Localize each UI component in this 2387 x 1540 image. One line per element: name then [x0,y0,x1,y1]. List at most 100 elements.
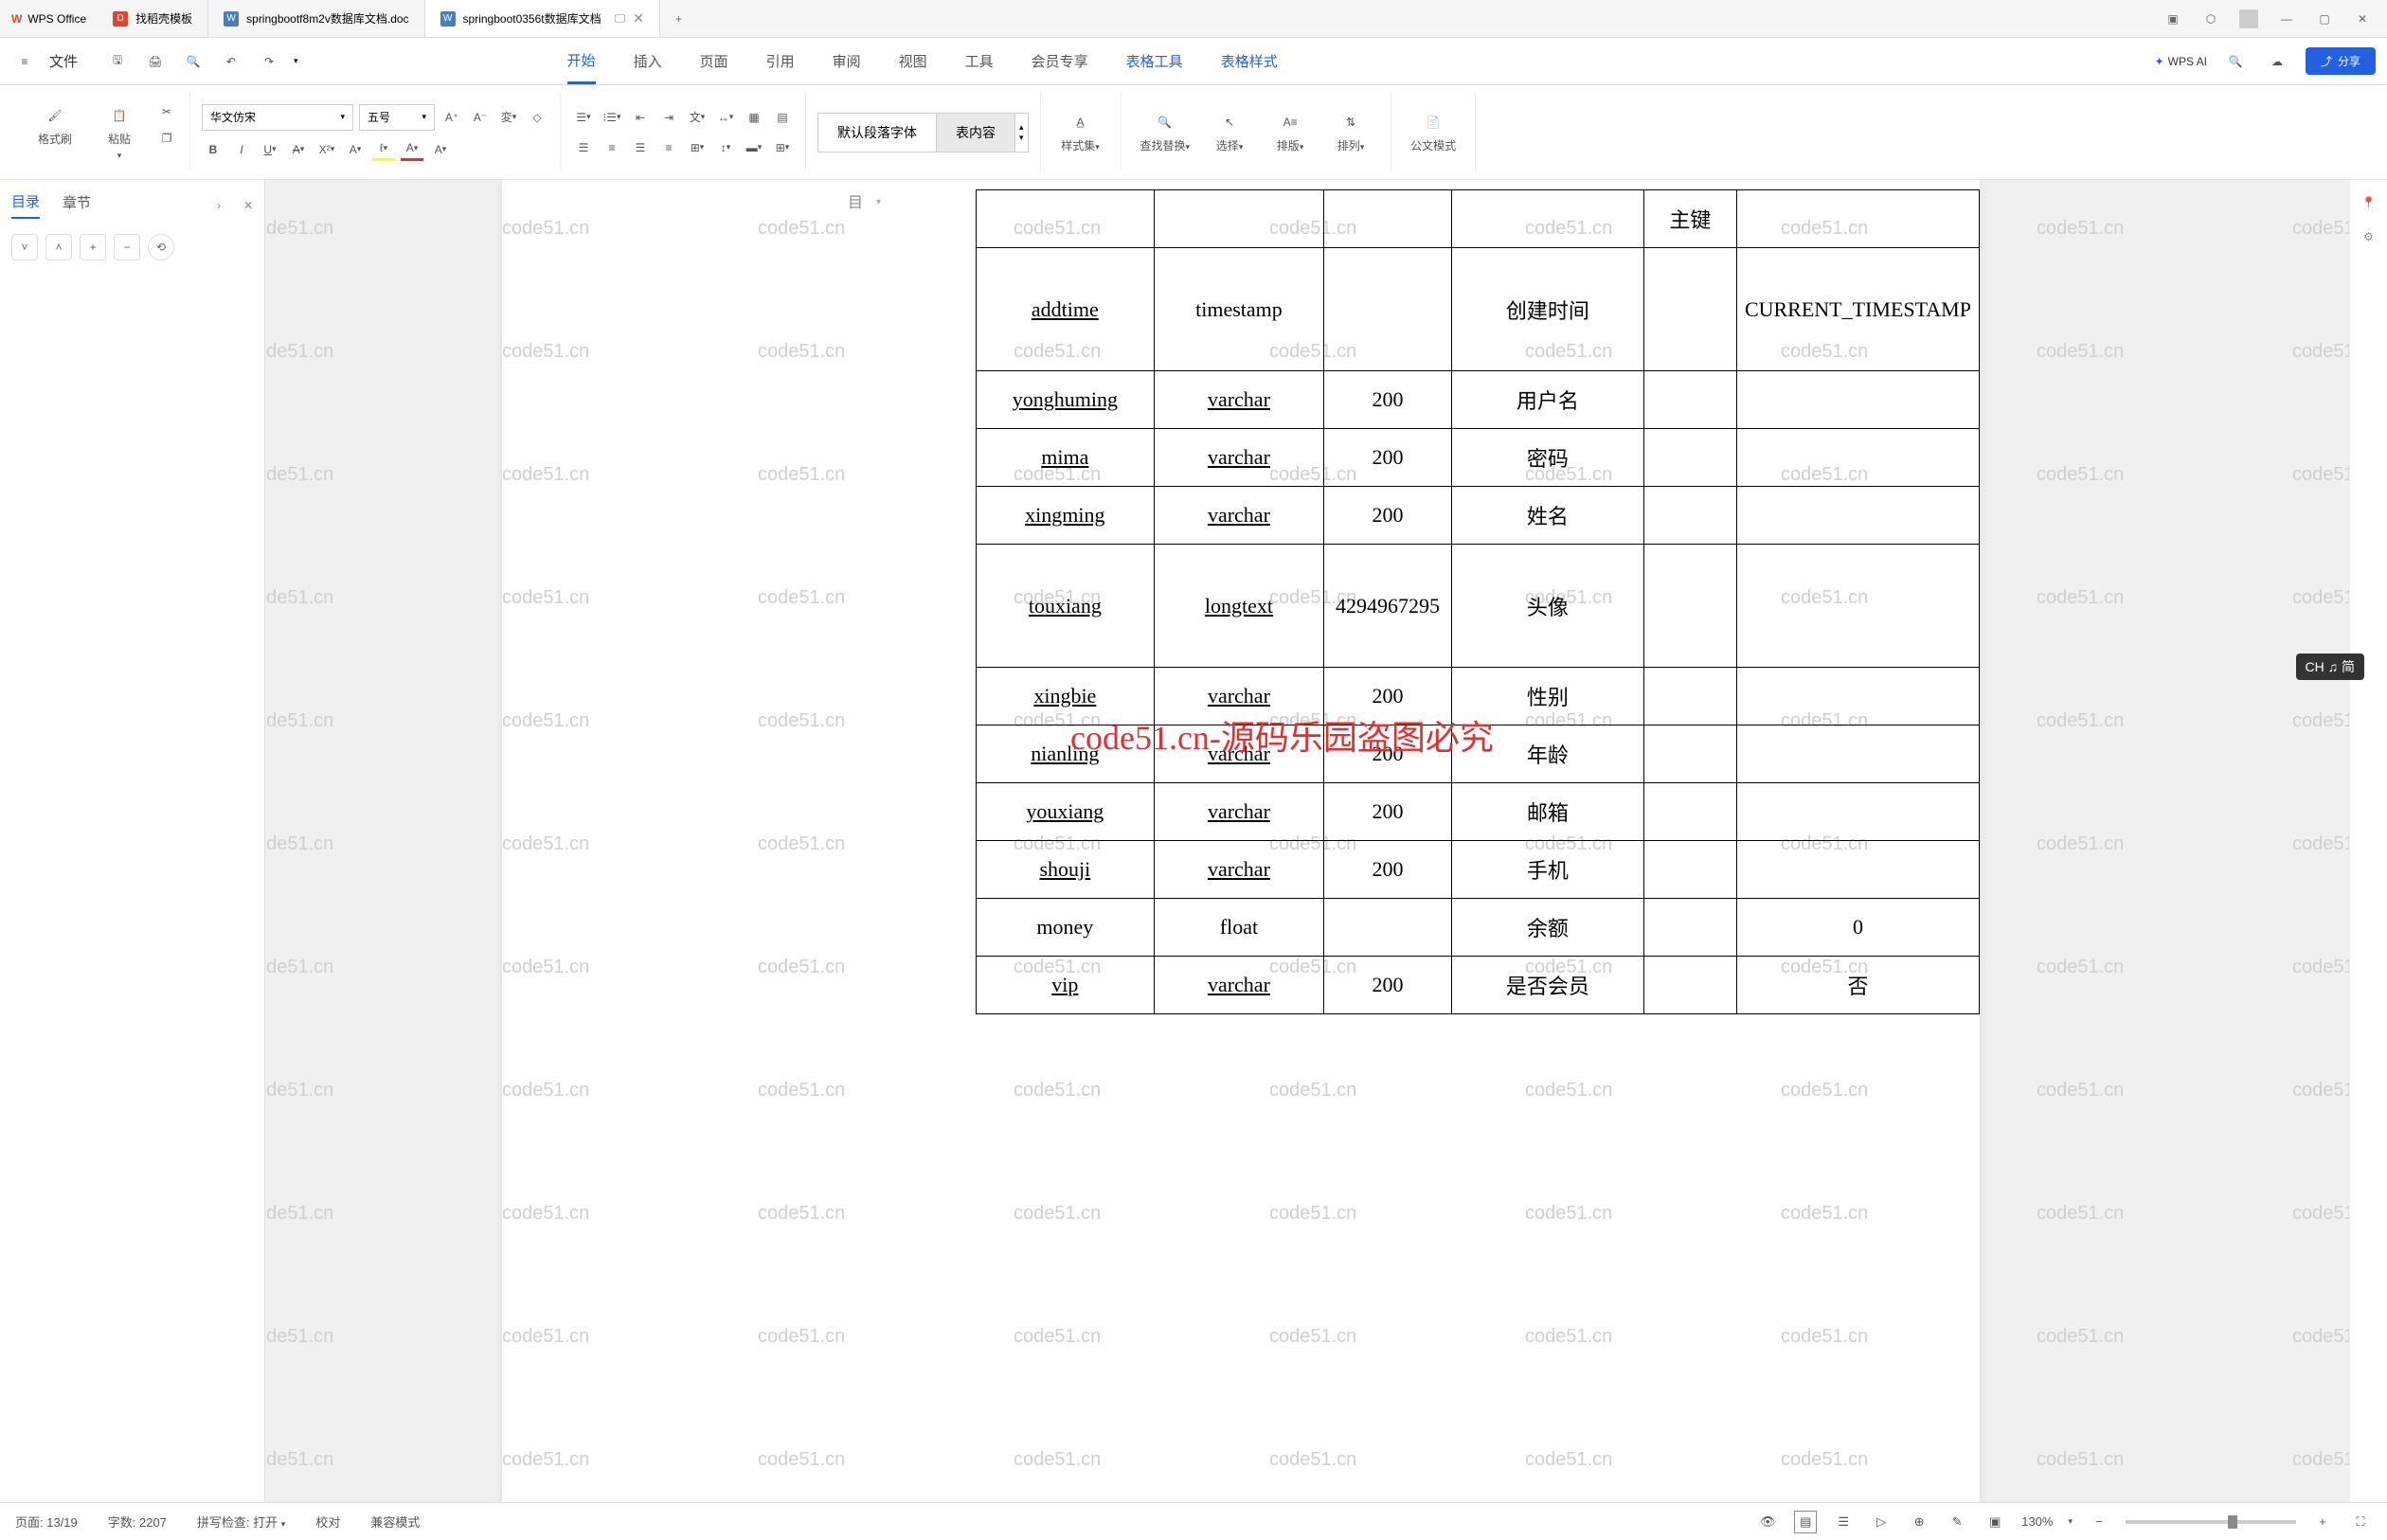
border-button[interactable]: ⊞▾ [771,136,794,159]
format-brush-button[interactable]: 🖌 格式刷 [27,100,83,165]
table-cell[interactable]: varchar [1154,429,1324,487]
table-cell[interactable]: varchar [1154,371,1324,429]
layout-button[interactable]: A≡ 排版▾ [1262,107,1319,157]
read-view-icon[interactable]: ▷ [1870,1511,1893,1533]
table-cell[interactable] [1643,371,1736,429]
table-cell[interactable] [1643,545,1736,668]
find-replace-button[interactable]: 🔍 查找替换▾ [1133,107,1198,157]
word-count[interactable]: 字数: 2207 [108,1513,167,1531]
table-cell[interactable]: yonghuming [977,371,1155,429]
page-indicator[interactable]: 页面: 13/19 [15,1513,78,1531]
table-row[interactable]: vipvarchar200是否会员否 [977,957,1980,1014]
table-cell[interactable] [1643,487,1736,545]
refresh-button[interactable]: ⟲ [148,234,174,260]
clear-format-button[interactable]: ◇ [526,106,548,129]
box-icon[interactable]: ▣ [2163,9,2182,28]
table-cell[interactable]: 头像 [1451,545,1643,668]
font-name-select[interactable]: 华文仿宋 ▾ [202,104,353,131]
table-row[interactable]: moneyfloat余额0 [977,899,1980,957]
tab-doc-2[interactable]: W springboot0356t数据库文档 🖵 ✕ [425,0,660,37]
cube-icon[interactable]: ⬡ [2201,9,2220,28]
zoom-in-button[interactable]: + [2311,1511,2334,1533]
table-cell[interactable]: varchar [1154,841,1324,899]
fit-page-icon[interactable]: ⛶ [2349,1511,2372,1533]
layout-button[interactable]: ▤ [771,106,794,129]
table-cell[interactable]: 200 [1324,841,1452,899]
document-area[interactable]: 目 ▾ 主键 addtimetimestamp创建时间CURRENT_TIMES… [265,180,2349,1502]
sign-icon[interactable]: ✎ [1946,1511,1968,1533]
table-cell[interactable] [1736,668,1979,725]
zoom-dropdown[interactable]: ▾ [2068,1516,2073,1527]
table-cell[interactable]: varchar [1154,957,1324,1014]
table-cell[interactable]: xingming [977,487,1155,545]
table-row[interactable]: 主键 [977,190,1980,248]
bullet-list-button[interactable]: ☰▾ [572,106,595,129]
print-icon[interactable]: 🖨 [142,48,169,75]
paste-button[interactable]: 📋 粘贴▾ [91,100,148,165]
eye-icon[interactable]: 👁 [1756,1511,1779,1533]
menu-tab-start[interactable]: 开始 [567,39,596,84]
menu-tab-reference[interactable]: 引用 [766,40,795,82]
line-spacing-button[interactable]: ↕▾ [714,136,737,159]
menu-tab-view[interactable]: 视图 [899,40,927,82]
save-icon[interactable]: 🖫 [104,48,131,75]
table-row[interactable]: mimavarchar200密码 [977,429,1980,487]
table-row[interactable]: yonghumingvarchar200用户名 [977,371,1980,429]
style-set-button[interactable]: A̲ 样式集▾ [1052,107,1109,157]
table-cell[interactable]: 创建时间 [1451,248,1643,371]
style-default-paragraph[interactable]: 默认段落字体 [818,114,937,152]
table-cell[interactable]: xingbie [977,668,1155,725]
align-left-button[interactable]: ☰ [572,136,595,159]
table-cell[interactable]: 200 [1324,783,1452,841]
chevron-down-icon[interactable]: ▾ [294,56,298,66]
minimize-button[interactable]: — [2277,9,2296,28]
menu-tab-table-tools[interactable]: 表格工具 [1126,40,1183,82]
table-cell[interactable]: addtime [977,248,1155,371]
increase-indent-button[interactable]: ⇥ [657,106,680,129]
outline-view-icon[interactable]: ☰ [1832,1511,1855,1533]
text-effects-button[interactable]: A▾ [344,138,367,161]
table-cell[interactable] [1736,487,1979,545]
wps-ai-button[interactable]: ✦ WPS AI [2155,55,2207,68]
table-cell[interactable]: 密码 [1451,429,1643,487]
web-view-icon[interactable]: ⊕ [1908,1511,1930,1533]
table-cell[interactable] [1643,725,1736,783]
style-up-button[interactable]: ▴ [1019,122,1024,133]
table-cell[interactable]: varchar [1154,783,1324,841]
style-gallery[interactable]: 默认段落字体 表内容 ▴ ▾ [817,113,1029,152]
text-direction-button[interactable]: 文▾ [686,106,709,129]
tab-doc-1[interactable]: W springbootf8m2v数据库文档.doc [208,0,424,37]
preview-icon[interactable]: 🔍 [180,48,206,75]
spell-check-status[interactable]: 拼写检查: 打开 ▾ [197,1513,285,1531]
underline-button[interactable]: U▾ [259,138,281,161]
shading-color-button[interactable]: ▬▾ [743,136,765,159]
table-cell[interactable] [1643,957,1736,1014]
table-cell[interactable] [1736,725,1979,783]
table-cell[interactable] [1736,371,1979,429]
table-cell[interactable]: money [977,899,1155,957]
select-button[interactable]: ↖ 选择▾ [1201,107,1258,157]
table-row[interactable]: nianlingvarchar200年龄 [977,725,1980,783]
column-button[interactable]: ▦ [743,106,765,129]
file-menu[interactable]: 文件 [49,51,78,71]
table-cell[interactable] [1736,429,1979,487]
table-cell[interactable]: varchar [1154,487,1324,545]
strikethrough-button[interactable]: A▾ [287,138,310,161]
decrease-font-button[interactable]: A⁻ [469,106,492,129]
table-cell[interactable]: 余额 [1451,899,1643,957]
style-down-button[interactable]: ▾ [1019,133,1024,143]
cloud-icon[interactable]: ☁ [2264,48,2290,75]
table-cell[interactable]: 用户名 [1451,371,1643,429]
table-cell[interactable]: 姓名 [1451,487,1643,545]
collapse-up-button[interactable]: ˄ [45,234,72,260]
table-cell[interactable]: CURRENT_TIMESTAMP [1736,248,1979,371]
table-cell[interactable] [1643,248,1736,371]
table-row[interactable]: xingbievarchar200性别 [977,668,1980,725]
table-row[interactable]: xingmingvarchar200姓名 [977,487,1980,545]
tab-template[interactable]: D 找稻壳模板 [98,0,208,37]
table-cell[interactable] [1643,899,1736,957]
table-cell[interactable]: nianling [977,725,1155,783]
page-view-icon[interactable]: ▤ [1794,1511,1817,1533]
expand-down-button[interactable]: ˅ [11,234,38,260]
italic-button[interactable]: I [230,138,253,161]
